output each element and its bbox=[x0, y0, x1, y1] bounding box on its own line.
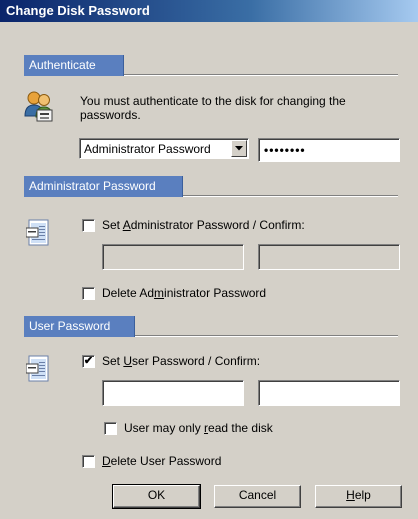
cancel-button-label: Cancel bbox=[238, 488, 277, 502]
cancel-button[interactable]: Cancel bbox=[214, 485, 301, 508]
delete-admin-label-post: inistrator Password bbox=[164, 286, 267, 300]
set-admin-password-checkbox[interactable] bbox=[82, 219, 95, 232]
user-confirm-field[interactable] bbox=[258, 380, 400, 406]
authenticate-header-label: Authenticate bbox=[29, 58, 96, 72]
password-type-value: Administrator Password bbox=[84, 142, 211, 156]
help-button-mnemonic: H bbox=[346, 488, 355, 502]
authenticate-password-value: •••••••• bbox=[264, 143, 306, 157]
readonly-label-pre: User may only bbox=[124, 421, 205, 435]
title-bar[interactable]: Change Disk Password bbox=[0, 0, 418, 22]
set-admin-password-label[interactable]: Set Administrator Password / Confirm: bbox=[102, 218, 305, 232]
delete-admin-label-mnemonic: m bbox=[154, 286, 165, 300]
set-admin-label-mnemonic: A bbox=[122, 218, 131, 232]
admin-divider bbox=[183, 195, 398, 197]
delete-admin-password-checkbox[interactable] bbox=[82, 287, 95, 300]
disk-document-icon bbox=[25, 219, 50, 250]
delete-user-label-post: elete User Password bbox=[110, 454, 222, 468]
admin-confirm-field bbox=[258, 244, 400, 270]
chevron-down-icon[interactable] bbox=[231, 140, 247, 157]
readonly-label-post: ead the disk bbox=[208, 421, 273, 435]
help-button[interactable]: Help bbox=[315, 485, 402, 508]
set-admin-label-post: dministrator Password / Confirm: bbox=[130, 218, 305, 232]
ok-button-label: OK bbox=[147, 488, 166, 502]
authenticate-section-header: Authenticate bbox=[24, 55, 124, 76]
user-section-header: User Password bbox=[24, 316, 135, 337]
user-header-label: User Password bbox=[29, 319, 111, 333]
set-admin-label-pre: Set bbox=[102, 218, 123, 232]
set-user-password-checkbox[interactable]: ✔ bbox=[82, 355, 95, 368]
checkmark-icon: ✔ bbox=[83, 355, 94, 367]
delete-admin-label-pre: Delete Ad bbox=[102, 286, 155, 300]
user-readonly-checkbox[interactable] bbox=[104, 422, 117, 435]
authenticate-password-field[interactable]: •••••••• bbox=[258, 138, 400, 162]
user-readonly-label[interactable]: User may only read the disk bbox=[124, 421, 273, 435]
help-button-label: elp bbox=[354, 488, 371, 502]
set-user-password-label[interactable]: Set User Password / Confirm: bbox=[102, 354, 260, 368]
ok-button[interactable]: OK bbox=[112, 484, 201, 509]
authenticate-divider bbox=[124, 74, 398, 76]
authenticate-message-line2: passwords. bbox=[80, 108, 141, 122]
set-user-label-post: ser Password / Confirm: bbox=[132, 354, 261, 368]
set-user-label-pre: Set bbox=[102, 354, 124, 368]
delete-user-password-label[interactable]: Delete User Password bbox=[102, 454, 221, 468]
user-password-field[interactable] bbox=[102, 380, 244, 406]
disk-document-icon bbox=[25, 355, 50, 386]
delete-user-password-checkbox[interactable] bbox=[82, 455, 95, 468]
delete-admin-password-label[interactable]: Delete Administrator Password bbox=[102, 286, 266, 300]
user-divider bbox=[135, 335, 398, 337]
admin-section-header: Administrator Password bbox=[24, 176, 183, 197]
set-user-label-mnemonic: U bbox=[123, 354, 133, 368]
delete-user-label-mnemonic: D bbox=[102, 454, 111, 468]
window-title: Change Disk Password bbox=[6, 3, 150, 18]
admin-password-field bbox=[102, 244, 244, 270]
users-key-icon bbox=[24, 90, 54, 125]
password-type-select[interactable]: Administrator Password bbox=[79, 138, 249, 159]
authenticate-message-line1: You must authenticate to the disk for ch… bbox=[80, 94, 346, 108]
admin-header-label: Administrator Password bbox=[29, 179, 156, 193]
